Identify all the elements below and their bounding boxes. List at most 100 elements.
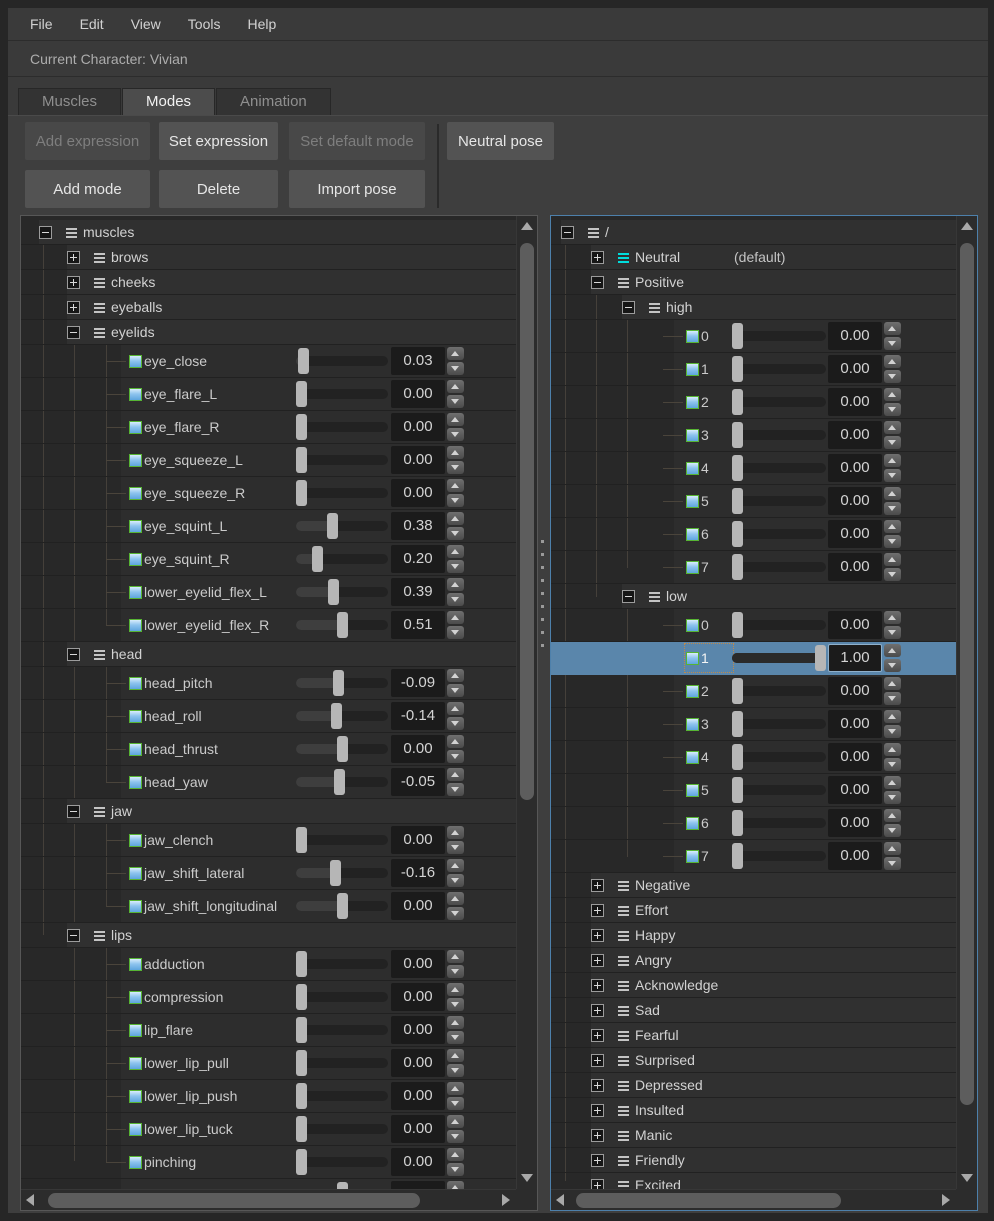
muscle-checkbox[interactable]	[129, 487, 142, 500]
spin-up-button[interactable]	[884, 454, 901, 467]
spin-up-button[interactable]	[447, 826, 464, 839]
tree-group-row[interactable]: cheeks	[21, 270, 516, 295]
value-slider[interactable]	[732, 422, 826, 448]
spin-down-button[interactable]	[884, 758, 901, 771]
value-slider[interactable]	[732, 554, 826, 580]
slider-handle[interactable]	[337, 612, 348, 638]
value-slider[interactable]	[296, 513, 388, 539]
set-expression-button[interactable]: Set expression	[159, 122, 278, 160]
value-slider[interactable]	[296, 381, 388, 407]
tree-leaf-row[interactable]: lower_lip_tuck0.00	[21, 1113, 516, 1146]
expand-toggle-icon[interactable]	[67, 301, 80, 314]
spin-up-button[interactable]	[884, 776, 901, 789]
spin-up-button[interactable]	[447, 611, 464, 624]
value-slider[interactable]	[732, 323, 826, 349]
slider-handle[interactable]	[298, 348, 309, 374]
spin-down-button[interactable]	[447, 395, 464, 408]
tree-leaf-row[interactable]: 10.00	[551, 353, 956, 386]
value-spinbox[interactable]	[391, 1181, 445, 1189]
value-spinbox[interactable]: 0.00	[828, 809, 882, 837]
value-spinbox[interactable]: 0.00	[828, 776, 882, 804]
right-vertical-scrollbar[interactable]	[956, 216, 977, 1189]
slider-handle[interactable]	[732, 356, 743, 382]
spin-up-button[interactable]	[447, 380, 464, 393]
spin-up-button[interactable]	[447, 446, 464, 459]
spin-down-button[interactable]	[447, 560, 464, 573]
slider-handle[interactable]	[327, 513, 338, 539]
tree-leaf-row[interactable]: eye_squeeze_R0.00	[21, 477, 516, 510]
spin-up-button[interactable]	[447, 1115, 464, 1128]
menu-view[interactable]: View	[131, 16, 161, 32]
spin-up-button[interactable]	[884, 644, 901, 657]
muscle-checkbox[interactable]	[129, 1057, 142, 1070]
value-slider[interactable]	[296, 480, 388, 506]
spin-up-button[interactable]	[447, 479, 464, 492]
add-expression-button[interactable]: Add expression	[25, 122, 150, 160]
collapse-toggle-icon[interactable]	[67, 648, 80, 661]
menu-edit[interactable]: Edit	[80, 16, 104, 32]
spin-up-button[interactable]	[447, 1082, 464, 1095]
muscle-checkbox[interactable]	[129, 834, 142, 847]
spin-up-button[interactable]	[447, 578, 464, 591]
muscle-checkbox[interactable]	[129, 586, 142, 599]
tree-leaf-row[interactable]: 00.00	[551, 320, 956, 353]
expand-toggle-icon[interactable]	[591, 1104, 604, 1117]
tree-leaf-row[interactable]	[21, 1179, 516, 1189]
tree-leaf-row[interactable]: eye_squint_L0.38	[21, 510, 516, 543]
muscle-checkbox[interactable]	[129, 619, 142, 632]
slider-handle[interactable]	[732, 744, 743, 770]
value-slider[interactable]	[296, 1116, 388, 1142]
muscle-checkbox[interactable]	[686, 751, 699, 764]
value-spinbox[interactable]: 0.00	[391, 735, 445, 763]
value-slider[interactable]	[296, 736, 388, 762]
spin-up-button[interactable]	[884, 842, 901, 855]
slider-handle[interactable]	[330, 860, 341, 886]
muscle-checkbox[interactable]	[686, 561, 699, 574]
value-slider[interactable]	[732, 810, 826, 836]
value-slider[interactable]	[732, 389, 826, 415]
tree-group-row[interactable]: Friendly	[551, 1148, 956, 1173]
menu-tools[interactable]: Tools	[188, 16, 221, 32]
muscle-checkbox[interactable]	[129, 553, 142, 566]
muscle-checkbox[interactable]	[129, 958, 142, 971]
expand-toggle-icon[interactable]	[591, 1154, 604, 1167]
value-slider[interactable]	[296, 860, 388, 886]
expand-toggle-icon[interactable]	[591, 251, 604, 264]
muscle-checkbox[interactable]	[686, 850, 699, 863]
muscle-checkbox[interactable]	[686, 495, 699, 508]
tree-group-row[interactable]: muscles	[21, 220, 516, 245]
collapse-toggle-icon[interactable]	[561, 226, 574, 239]
muscle-checkbox[interactable]	[686, 784, 699, 797]
slider-handle[interactable]	[732, 554, 743, 580]
slider-handle[interactable]	[296, 381, 307, 407]
tree-leaf-row[interactable]: eye_flare_R0.00	[21, 411, 516, 444]
tree-leaf-row[interactable]: 40.00	[551, 741, 956, 774]
slider-handle[interactable]	[296, 1149, 307, 1175]
spin-up-button[interactable]	[447, 1181, 464, 1189]
value-spinbox[interactable]: 0.00	[828, 677, 882, 705]
value-slider[interactable]	[732, 612, 826, 638]
value-spinbox[interactable]: 0.00	[391, 1148, 445, 1176]
menu-file[interactable]: File	[30, 16, 53, 32]
slider-handle[interactable]	[337, 893, 348, 919]
tab-animation[interactable]: Animation	[216, 88, 331, 115]
value-slider[interactable]	[296, 1083, 388, 1109]
value-slider[interactable]	[296, 447, 388, 473]
muscle-checkbox[interactable]	[686, 718, 699, 731]
spin-up-button[interactable]	[447, 1016, 464, 1029]
tree-leaf-row[interactable]: eye_squeeze_L0.00	[21, 444, 516, 477]
slider-handle[interactable]	[732, 389, 743, 415]
spin-down-button[interactable]	[447, 428, 464, 441]
right-horizontal-scrollbar[interactable]	[551, 1189, 956, 1210]
value-spinbox[interactable]: 1.00	[828, 644, 882, 672]
tree-leaf-row[interactable]: 40.00	[551, 452, 956, 485]
value-spinbox[interactable]: 0.00	[391, 983, 445, 1011]
value-spinbox[interactable]: 0.00	[391, 1115, 445, 1143]
value-spinbox[interactable]: 0.00	[391, 380, 445, 408]
slider-handle[interactable]	[296, 1083, 307, 1109]
scroll-right-button[interactable]	[935, 1190, 956, 1211]
expand-toggle-icon[interactable]	[591, 1079, 604, 1092]
tree-group-row[interactable]: brows	[21, 245, 516, 270]
value-slider[interactable]	[296, 703, 388, 729]
tree-group-row[interactable]: low	[551, 584, 956, 609]
